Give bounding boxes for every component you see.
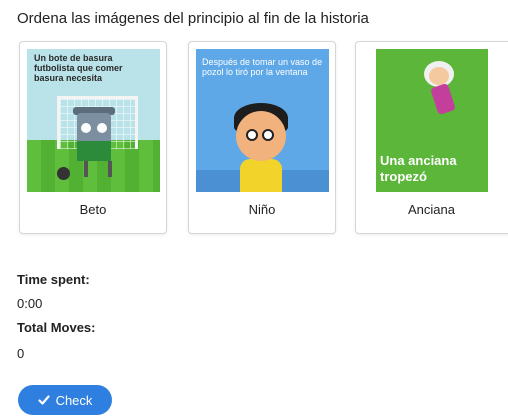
story-image-soccer-trash-bin: Un bote de basura futbolista que comer b… [27, 49, 160, 192]
image-text: Una anciana tropezó [380, 153, 457, 184]
boy-shirt [240, 159, 282, 192]
story-image-old-lady: Una anciana tropezó [376, 49, 488, 192]
bin-eye-left [81, 123, 91, 133]
time-spent-value: 0:00 [17, 296, 43, 311]
check-button-label: Check [55, 392, 93, 408]
total-moves-value: 0 [17, 346, 25, 361]
lady-dress [430, 82, 456, 116]
total-moves-label: Total Moves: [17, 320, 96, 335]
story-image-boy: Después de tomar un vaso de pozol lo tir… [196, 49, 329, 192]
card-caption: Beto [79, 202, 107, 217]
card-caption: Niño [248, 202, 276, 217]
page: Ordena las imágenes del principio al fin… [0, 0, 508, 418]
boy-eye-right [262, 129, 274, 141]
time-spent-label: Time spent: [17, 272, 90, 287]
bin-legs [84, 161, 112, 177]
image-text: Después de tomar un vaso de pozol lo tir… [202, 57, 323, 77]
lady-face [429, 67, 449, 85]
story-card-beto[interactable]: Un bote de basura futbolista que comer b… [19, 41, 167, 234]
soccer-ball [57, 167, 70, 180]
boy-eye-left [246, 129, 258, 141]
check-button[interactable]: Check [18, 385, 112, 415]
card-caption: Anciana [408, 202, 455, 217]
bin-eye-right [97, 123, 107, 133]
image-text: Un bote de basura futbolista que comer b… [34, 53, 123, 83]
instruction-text: Ordena las imágenes del principio al fin… [17, 10, 369, 27]
bin-shirt [77, 141, 111, 161]
checkmark-icon [37, 395, 50, 405]
story-card-nino[interactable]: Después de tomar un vaso de pozol lo tir… [188, 41, 336, 234]
boy-head [236, 111, 286, 161]
story-card-anciana[interactable]: Una anciana tropezó Anciana [355, 41, 508, 234]
